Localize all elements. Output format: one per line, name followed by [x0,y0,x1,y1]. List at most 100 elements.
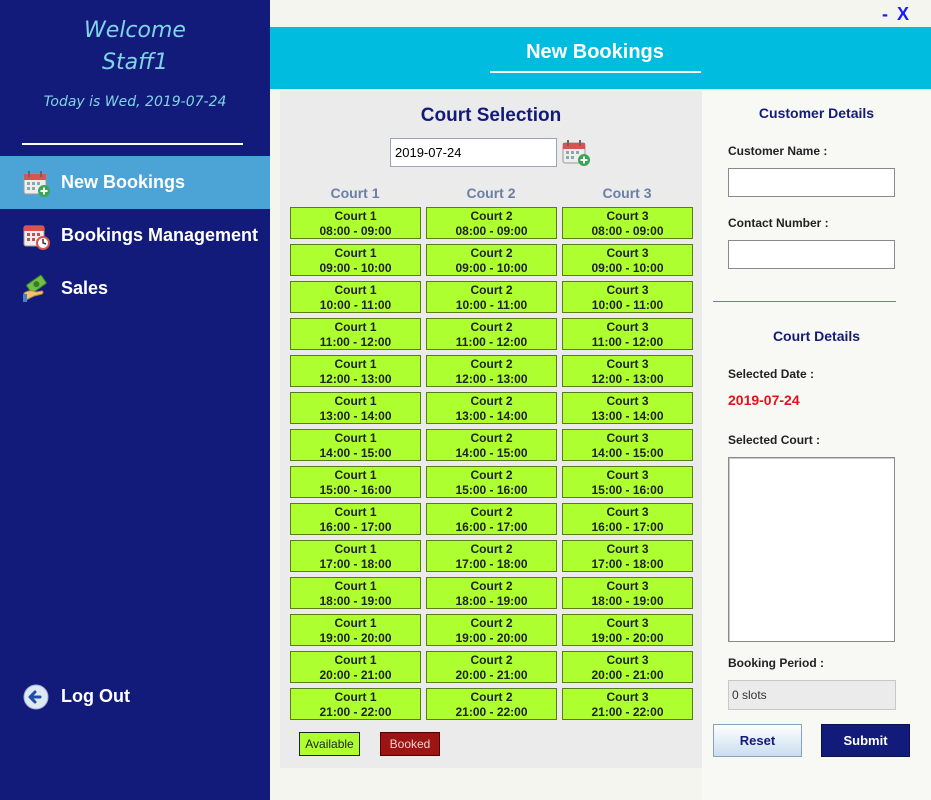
court-slot-button[interactable]: Court 2 15:00 - 16:00 [426,466,557,498]
sidebar-item-bookings-management[interactable]: Bookings Management [0,209,270,262]
slot-time-label: 18:00 - 19:00 [591,594,664,608]
court-slot-button[interactable]: Court 3 17:00 - 18:00 [562,540,693,572]
slot-time-label: 15:00 - 16:00 [591,483,664,497]
slot-court-label: Court 3 [606,579,649,593]
reset-button[interactable]: Reset [713,724,802,757]
slot-court-label: Court 2 [470,283,513,297]
court-slot-button[interactable]: Court 3 19:00 - 20:00 [562,614,693,646]
court-slot-button[interactable]: Court 1 19:00 - 20:00 [290,614,421,646]
court-slot-button[interactable]: Court 1 11:00 - 12:00 [290,318,421,350]
court-slot-button[interactable]: Court 1 10:00 - 11:00 [290,281,421,313]
court-slot-button[interactable]: Court 3 18:00 - 19:00 [562,577,693,609]
court-slot-button[interactable]: Court 1 12:00 - 13:00 [290,355,421,387]
slot-court-label: Court 2 [470,357,513,371]
sidebar-item-new-bookings[interactable]: New Bookings [0,156,270,209]
court-slot-button[interactable]: Court 1 14:00 - 15:00 [290,429,421,461]
money-hand-icon [22,274,50,303]
column-header-court-3: Court 3 [602,185,652,201]
submit-button[interactable]: Submit [821,724,910,757]
sidebar-item-sales[interactable]: Sales [0,262,270,315]
column-header-court-2: Court 2 [466,185,516,201]
slot-time-label: 19:00 - 20:00 [319,631,392,645]
calendar-clock-icon [22,222,50,250]
court-slot-button[interactable]: Court 1 16:00 - 17:00 [290,503,421,535]
court-slot-button[interactable]: Court 1 09:00 - 10:00 [290,244,421,276]
today-date-text: Today is Wed, 2019-07-24 [43,94,227,110]
court-slot-button[interactable]: Court 2 19:00 - 20:00 [426,614,557,646]
court-slot-button[interactable]: Court 3 08:00 - 09:00 [562,207,693,239]
slot-time-label: 13:00 - 14:00 [455,409,528,423]
court-slot-button[interactable]: Court 1 17:00 - 18:00 [290,540,421,572]
court-slot-button[interactable]: Court 1 08:00 - 09:00 [290,207,421,239]
contact-number-input[interactable] [728,240,895,269]
court-slot-button[interactable]: Court 2 14:00 - 15:00 [426,429,557,461]
close-button[interactable]: X [897,4,909,25]
court-slot-button[interactable]: Court 3 14:00 - 15:00 [562,429,693,461]
sidebar: Welcome Staff1 Today is Wed, 2019-07-24 … [0,0,270,800]
slot-time-label: 14:00 - 15:00 [591,446,664,460]
court-slot-button[interactable]: Court 3 13:00 - 14:00 [562,392,693,424]
logout-button[interactable]: Log Out [0,670,270,723]
section-divider [713,301,896,302]
court-slot-button[interactable]: Court 3 11:00 - 12:00 [562,318,693,350]
court-slot-button[interactable]: Court 2 10:00 - 11:00 [426,281,557,313]
slot-court-label: Court 1 [334,320,377,334]
slot-court-label: Court 3 [606,542,649,556]
staff-name: Staff1 [102,50,168,75]
slot-court-label: Court 3 [606,653,649,667]
court-slot-button[interactable]: Court 3 12:00 - 13:00 [562,355,693,387]
date-input[interactable] [390,138,557,167]
slot-court-label: Court 2 [470,209,513,223]
court-slot-button[interactable]: Court 3 09:00 - 10:00 [562,244,693,276]
court-slot-button[interactable]: Court 2 12:00 - 13:00 [426,355,557,387]
court-slot-button[interactable]: Court 2 18:00 - 19:00 [426,577,557,609]
court-slot-button[interactable]: Court 2 13:00 - 14:00 [426,392,557,424]
slot-court-label: Court 3 [606,394,649,408]
court-slot-button[interactable]: Court 1 21:00 - 22:00 [290,688,421,720]
minimize-button[interactable]: - [882,4,888,25]
slot-time-label: 13:00 - 14:00 [591,409,664,423]
selected-court-list[interactable] [728,457,895,642]
slot-time-label: 10:00 - 11:00 [591,298,664,312]
court-slot-button[interactable]: Court 2 11:00 - 12:00 [426,318,557,350]
court-slot-button[interactable]: Court 3 20:00 - 21:00 [562,651,693,683]
slot-time-label: 18:00 - 19:00 [455,594,528,608]
sidebar-item-label: Bookings Management [61,225,259,245]
court-slot-button[interactable]: Court 2 17:00 - 18:00 [426,540,557,572]
court-slot-button[interactable]: Court 3 10:00 - 11:00 [562,281,693,313]
court-slot-button[interactable]: Court 1 20:00 - 21:00 [290,651,421,683]
slot-court-label: Court 2 [470,690,513,704]
court-slot-button[interactable]: Court 3 16:00 - 17:00 [562,503,693,535]
court-slot-button[interactable]: Court 1 15:00 - 16:00 [290,466,421,498]
slot-time-label: 08:00 - 09:00 [319,224,392,238]
slot-time-label: 11:00 - 12:00 [455,335,528,349]
customer-name-input[interactable] [728,168,895,197]
slot-court-label: Court 3 [606,320,649,334]
slot-time-label: 15:00 - 16:00 [455,483,528,497]
slot-time-label: 14:00 - 15:00 [455,446,528,460]
court-slot-button[interactable]: Court 2 16:00 - 17:00 [426,503,557,535]
court-slot-button[interactable]: Court 1 13:00 - 14:00 [290,392,421,424]
court-slot-button[interactable]: Court 1 18:00 - 19:00 [290,577,421,609]
sidebar-item-label: New Bookings [61,172,186,192]
booking-period-value: 0 slots [728,680,896,710]
slot-court-label: Court 3 [606,690,649,704]
sidebar-item-label: Sales [61,278,109,298]
court-slot-button[interactable]: Court 3 21:00 - 22:00 [562,688,693,720]
slot-time-label: 10:00 - 11:00 [455,298,528,312]
slot-time-label: 11:00 - 12:00 [319,335,392,349]
court-slot-button[interactable]: Court 3 15:00 - 16:00 [562,466,693,498]
calendar-picker-button[interactable] [561,139,591,167]
slot-court-label: Court 2 [470,246,513,260]
selected-date-label: Selected Date : [728,367,815,381]
slot-court-label: Court 2 [470,505,513,519]
court-slot-button[interactable]: Court 2 09:00 - 10:00 [426,244,557,276]
court-slot-button[interactable]: Court 2 21:00 - 22:00 [426,688,557,720]
slot-court-label: Court 2 [470,431,513,445]
court-slot-button[interactable]: Court 2 20:00 - 21:00 [426,651,557,683]
contact-number-label: Contact Number : [728,216,829,230]
slot-time-label: 09:00 - 10:00 [591,261,664,275]
calendar-add-icon [561,140,591,171]
court-slot-button[interactable]: Court 2 08:00 - 09:00 [426,207,557,239]
customer-name-label: Customer Name : [728,144,828,158]
